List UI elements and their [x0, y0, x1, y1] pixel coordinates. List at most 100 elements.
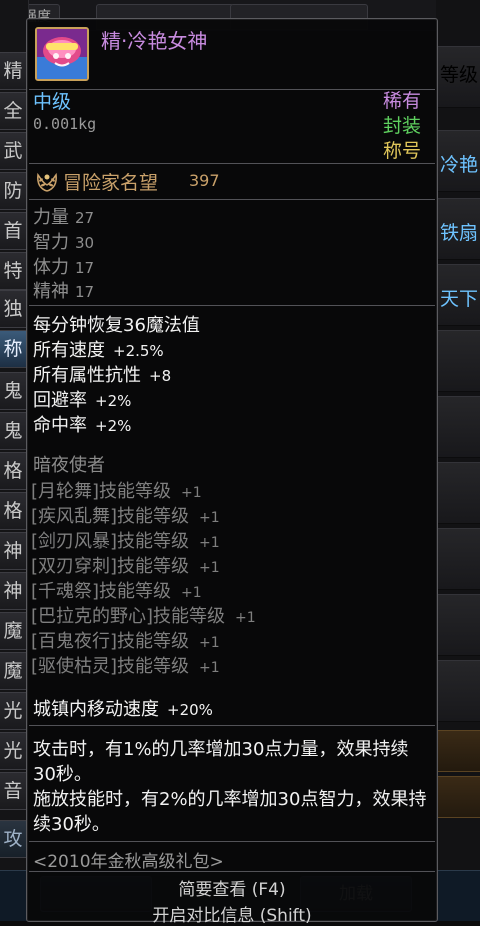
skill-bonus-row: [千魂祭]技能等级 +1: [31, 577, 202, 603]
stat-name: 智力: [33, 232, 69, 253]
skill-bonus-row: [月轮舞]技能等级 +1: [31, 477, 202, 503]
fame-value: 397: [189, 171, 220, 190]
background-left-tab[interactable]: 神: [0, 572, 27, 610]
effect-row: 命中率 +2%: [33, 411, 131, 437]
brief-view-hint[interactable]: 简要查看 (F4): [27, 875, 437, 900]
background-list-row[interactable]: [436, 660, 480, 722]
divider: [29, 305, 435, 306]
background-left-tab[interactable]: 攻: [0, 820, 27, 858]
skill-bonus-text: [巴拉克的野心]技能等级: [31, 606, 226, 627]
stat-value: 30: [75, 234, 95, 252]
stat-row: 精神 17: [33, 277, 94, 303]
stat-row: 力量 27: [33, 203, 94, 229]
effect-text: 回避率: [33, 390, 87, 411]
background-action-button[interactable]: [436, 776, 480, 818]
background-left-tab[interactable]: 称: [0, 330, 27, 368]
skill-bonus-row: [剑刃风暴]技能等级 +1: [31, 527, 220, 553]
background-left-tab[interactable]: 魔: [0, 612, 27, 650]
skill-bonus-text: [百鬼夜行]技能等级: [31, 631, 190, 652]
stat-row: 智力 30: [33, 228, 94, 254]
skill-bonus-text: [月轮舞]技能等级: [31, 481, 172, 502]
skill-bonus-row: [双刃穿刺]技能等级 +1: [31, 552, 220, 578]
background-left-tab[interactable]: 特: [0, 252, 27, 290]
skill-bonus-value: +1: [235, 610, 256, 626]
proc-effect: 施放技能时，有2%的几率增加30点智力，效果持续30秒。: [33, 789, 427, 835]
fame-label: 冒险家名望: [63, 172, 159, 194]
background-left-tab[interactable]: 首: [0, 212, 27, 250]
divider: [29, 725, 435, 726]
background-left-tab[interactable]: 鬼: [0, 372, 27, 410]
background-left-tab[interactable]: 格: [0, 492, 27, 530]
stat-name: 力量: [33, 207, 69, 228]
background-left-tab[interactable]: 鬼: [0, 412, 27, 450]
background-left-tab[interactable]: 武: [0, 132, 27, 170]
background-left-tab[interactable]: 精: [0, 52, 27, 90]
background-left-tab[interactable]: 光: [0, 732, 27, 770]
effect-row: 所有属性抗性 +8: [33, 361, 171, 387]
background-left-tab[interactable]: 全: [0, 92, 27, 130]
background-left-tab[interactable]: 光: [0, 692, 27, 730]
skill-bonus-value: +1: [181, 585, 202, 601]
background-left-tab[interactable]: 独: [0, 290, 27, 328]
skill-bonus-value: +1: [199, 560, 220, 576]
skill-bonus-text: [双刃穿刺]技能等级: [31, 556, 190, 577]
background-list-row[interactable]: [436, 528, 480, 590]
background-left-tab[interactable]: 魔: [0, 652, 27, 690]
stat-name: 体力: [33, 257, 69, 278]
stat-value: 17: [75, 259, 95, 277]
item-source: <2010年金秋高级礼包>: [33, 852, 224, 872]
skill-bonus-text: [疾风乱舞]技能等级: [31, 506, 190, 527]
effect-text: 所有速度: [33, 340, 105, 361]
effect-text: 所有属性抗性: [33, 365, 141, 386]
background-list-row[interactable]: [436, 462, 480, 524]
divider: [29, 871, 435, 872]
background-list-row[interactable]: [436, 396, 480, 458]
effect-row: 每分钟恢复36魔法值: [33, 311, 200, 337]
background-list-label: 铁扇: [440, 222, 479, 244]
effect-text: 命中率: [33, 415, 87, 436]
compare-info-hint[interactable]: 开启对比信息 (Shift): [27, 901, 437, 926]
divider: [29, 163, 435, 164]
stat-row: 体力 17: [33, 253, 94, 279]
skill-bonus-row: [百鬼夜行]技能等级 +1: [31, 627, 220, 653]
item-slot-type: 称号: [382, 140, 421, 162]
proc-effect: 攻击时，有1%的几率增加30点力量，效果持续30秒。: [33, 739, 409, 785]
skill-bonus-value: +1: [199, 660, 220, 676]
background-list-row[interactable]: [436, 330, 480, 392]
town-speed-row: 城镇内移动速度 +20%: [33, 695, 213, 721]
background-left-tab[interactable]: 防: [0, 172, 27, 210]
stat-name: 精神: [33, 281, 69, 302]
background-left-tabs: 精 全 武 防 首 特 独 称 鬼 鬼 格 格 神 神 魔 魔 光 光 音 攻 …: [0, 0, 29, 920]
skill-bonus-value: +1: [181, 485, 202, 501]
background-list-label: 等级: [440, 64, 479, 86]
skill-bonus-row: [疾风乱舞]技能等级 +1: [31, 502, 220, 528]
skill-bonus-text: [驱使枯灵]技能等级: [31, 656, 190, 677]
background-action-button[interactable]: [436, 730, 480, 772]
item-tooltip: 精·冷艳女神 中级 0.001kg 稀有 封装 称号 冒险家名望 397 力量 2…: [26, 18, 438, 926]
stat-value: 27: [75, 209, 95, 227]
background-left-tab[interactable]: 格: [0, 452, 27, 490]
effect-value: +2.5%: [113, 342, 164, 360]
town-speed-value: +20%: [167, 701, 213, 719]
item-grade: 中级: [33, 91, 72, 113]
divider: [29, 841, 435, 842]
stat-value: 17: [75, 283, 95, 301]
skill-bonus-value: +1: [199, 635, 220, 651]
effect-value: +2%: [95, 392, 132, 410]
laurel-icon: [35, 171, 59, 193]
divider: [29, 89, 435, 90]
background-left-tab[interactable]: 神: [0, 532, 27, 570]
skill-bonus-text: [千魂祭]技能等级: [31, 581, 172, 602]
effect-value: +2%: [95, 417, 132, 435]
background-list-label: 冷艳: [440, 154, 479, 176]
class-requirement: 暗夜使者: [33, 455, 105, 476]
item-name: 精·冷艳女神: [101, 29, 208, 53]
background-list-row[interactable]: [436, 594, 480, 656]
effect-row: 所有速度 +2.5%: [33, 336, 164, 362]
skill-bonus-text: [剑刃风暴]技能等级: [31, 531, 190, 552]
town-speed-text: 城镇内移动速度: [33, 699, 159, 720]
item-sealed-status: 封装: [382, 115, 421, 137]
skill-bonus-row: [巴拉克的野心]技能等级 +1: [31, 602, 256, 628]
background-list-label: 天下: [440, 288, 479, 310]
background-left-tab[interactable]: 音: [0, 772, 27, 810]
